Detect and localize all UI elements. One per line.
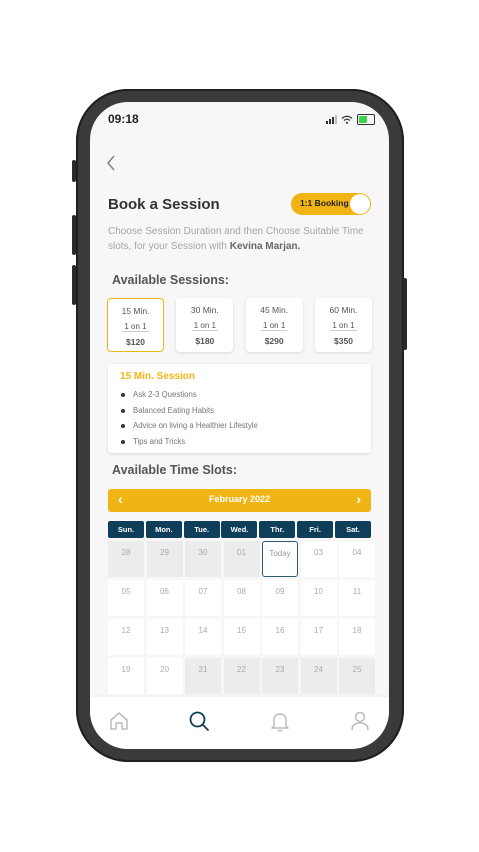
session-card-45[interactable]: 45 Min. 1 on 1 $290	[245, 298, 303, 352]
calendar-day[interactable]: 08	[223, 580, 260, 616]
signal-icon	[326, 115, 337, 124]
weekday-label: Tue.	[183, 521, 220, 538]
profile-icon[interactable]	[348, 709, 372, 733]
calendar-day[interactable]: 20	[146, 658, 183, 694]
session-type: 1 on 1	[122, 322, 149, 332]
calendar-day[interactable]: 15	[223, 619, 260, 655]
calendar-header: ‹ February 2022 ›	[108, 489, 371, 512]
home-icon[interactable]	[107, 709, 131, 733]
coach-name: Kevina Marjan.	[229, 241, 301, 252]
list-item: Tips and Tricks	[120, 437, 258, 453]
calendar-day[interactable]: 14	[185, 619, 221, 655]
weekday-label: Mon.	[145, 521, 182, 538]
weekday-label: Thr.	[259, 521, 296, 538]
session-type: 1 on 1	[261, 321, 288, 331]
weekday-label: Fri.	[297, 521, 334, 538]
calendar-day[interactable]: 17	[300, 619, 337, 655]
session-duration: 30 Min.	[190, 305, 219, 315]
calendar-day: 21	[185, 658, 221, 694]
description: Choose Session Duration and then Choose …	[108, 224, 373, 254]
calendar-day: 24	[300, 658, 337, 694]
session-detail-card: 15 Min. Session Ask 2-3 Questions Balanc…	[108, 364, 371, 453]
session-card-60[interactable]: 60 Min. 1 on 1 $350	[314, 298, 372, 352]
sessions-heading: Available Sessions:	[112, 273, 229, 287]
slots-heading: Available Time Slots:	[112, 463, 238, 477]
calendar-day-today[interactable]: Today	[262, 541, 298, 577]
app-screen: 09:18 Book a Session 1:1 Booking Choose …	[90, 102, 389, 749]
calendar-day[interactable]: 16	[262, 619, 298, 655]
session-price: $350	[334, 336, 353, 346]
calendar-day[interactable]: 09	[262, 580, 298, 616]
bottom-nav	[90, 697, 389, 749]
session-card-30[interactable]: 30 Min. 1 on 1 $180	[176, 298, 234, 352]
booking-toggle-label: 1:1 Booking	[300, 198, 349, 208]
calendar-day: 29	[146, 541, 183, 577]
calendar-day[interactable]: 05	[108, 580, 144, 616]
weekday-label: Wed.	[221, 521, 258, 538]
session-type: 1 on 1	[191, 321, 218, 331]
calendar-grid: 28 29 30 01 Today 03 04 05 06 07 08 09 10 11 12 13 14 15 1…	[108, 541, 375, 694]
calendar-day[interactable]: 19	[108, 658, 144, 694]
volume-up-button	[72, 215, 76, 255]
wifi-icon	[341, 115, 353, 124]
calendar-day: 30	[185, 541, 221, 577]
calendar-day[interactable]: 18	[339, 619, 375, 655]
calendar-day[interactable]: 13	[146, 619, 183, 655]
session-price: $290	[264, 336, 284, 346]
session-duration: 15 Min.	[121, 306, 150, 316]
calendar-day[interactable]: 03	[300, 541, 337, 577]
mute-switch	[72, 160, 76, 182]
calendar-day[interactable]: 06	[146, 580, 183, 616]
session-detail-list: Ask 2-3 Questions Balanced Eating Habits…	[120, 390, 258, 452]
session-detail-title: 15 Min. Session	[120, 371, 196, 382]
calendar-day: 28	[108, 541, 144, 577]
session-duration: 60 Min.	[329, 305, 358, 315]
power-button	[403, 278, 407, 350]
session-type: 1 on 1	[330, 321, 357, 331]
chevron-right-icon[interactable]: ›	[356, 491, 361, 507]
session-cards: 15 Min. 1 on 1 $120 30 Min. 1 on 1 $180 …	[107, 298, 372, 352]
bell-icon[interactable]	[268, 709, 292, 733]
calendar-day: 25	[339, 658, 375, 694]
session-card-15[interactable]: 15 Min. 1 on 1 $120	[107, 298, 164, 352]
list-item: Ask 2-3 Questions	[120, 390, 258, 406]
calendar-day[interactable]: 12	[108, 619, 144, 655]
calendar-day[interactable]: 11	[339, 580, 375, 616]
session-price: $180	[195, 336, 215, 346]
calendar-day: 23	[262, 658, 298, 694]
weekday-label: Sat.	[334, 521, 371, 538]
calendar-day: 01	[223, 541, 260, 577]
status-icons	[326, 114, 375, 125]
list-item: Advice on living a Healthier Lifestyle	[120, 421, 258, 437]
session-duration: 45 Min.	[260, 305, 289, 315]
booking-toggle[interactable]: 1:1 Booking	[291, 193, 371, 215]
calendar-day[interactable]: 07	[185, 580, 221, 616]
battery-icon	[357, 114, 375, 125]
calendar-day[interactable]: 04	[339, 541, 375, 577]
search-icon[interactable]	[187, 709, 211, 733]
session-price: $120	[126, 337, 145, 347]
back-chevron-icon[interactable]	[106, 154, 116, 177]
weekday-row: Sun. Mon. Tue. Wed. Thr. Fri. Sat.	[108, 521, 371, 538]
page-title: Book a Session	[108, 196, 220, 213]
calendar-day: 22	[223, 658, 260, 694]
calendar-month: February 2022	[208, 494, 271, 504]
calendar-day[interactable]: 10	[300, 580, 337, 616]
toggle-knob	[350, 194, 370, 214]
weekday-label: Sun.	[108, 521, 144, 538]
status-time: 09:18	[108, 112, 139, 126]
volume-down-button	[72, 265, 76, 305]
list-item: Balanced Eating Habits	[120, 406, 258, 422]
